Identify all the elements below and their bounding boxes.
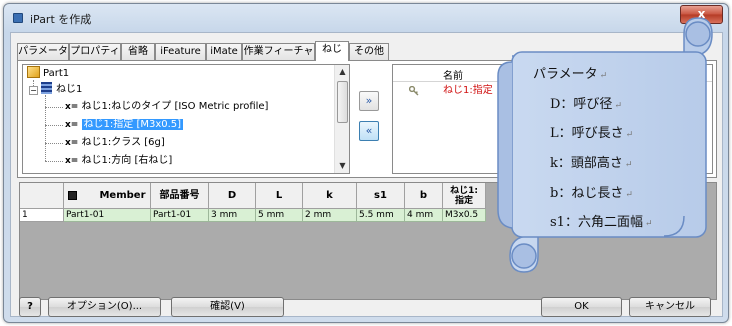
help-button[interactable]: ? (19, 297, 41, 317)
cell-l[interactable]: 5 mm (256, 209, 303, 222)
add-to-table-button[interactable]: » (359, 91, 379, 111)
parameter-icon: x= (65, 138, 79, 148)
tree-group-label: ねじ1 (56, 84, 83, 95)
cell-b[interactable]: 4 mm (405, 209, 443, 222)
verify-button[interactable]: 確認(V) (171, 297, 284, 317)
callout-line-b: b：ねじ長さ ↵ (550, 186, 633, 201)
tree-scrollbar[interactable]: ▲ ▼ (334, 65, 349, 173)
column-header-k[interactable]: k (303, 183, 357, 209)
callout-line-k: k：頭部高さ ↵ (550, 156, 633, 171)
parameter-icon: x= (65, 102, 79, 112)
tab-ifeature[interactable]: iFeature (155, 43, 206, 60)
tab-suppression[interactable]: 省略 (121, 43, 155, 60)
callout-line-l: L：呼び長さ ↵ (550, 126, 634, 141)
ok-button[interactable]: OK (541, 297, 622, 317)
save-icon (68, 191, 78, 200)
cell-member[interactable]: Part1-01 (64, 209, 151, 222)
tree-item-label: ねじ1:方向 [右ねじ] (81, 155, 173, 166)
tab-properties[interactable]: プロパティ (69, 43, 121, 60)
cell-part-number[interactable]: Part1-01 (151, 209, 209, 222)
corner-header (20, 183, 64, 209)
cell-thread-designation[interactable]: M3x0.5 (443, 209, 486, 222)
tab-thread[interactable]: ねじ (315, 41, 349, 61)
column-header-b[interactable]: b (405, 183, 443, 209)
cell-s1[interactable]: 5.5 mm (357, 209, 405, 222)
feature-tree[interactable]: Part1 − ねじ1 x= ねじ1:ねじのタイプ [ISO Metric pr… (22, 64, 350, 174)
tree-item-label: ねじ1:指定 [M3x0.5] (81, 119, 184, 130)
tree-item-thread-direction[interactable]: x= ねじ1:方向 [右ねじ] (65, 153, 172, 169)
tree-root-label: Part1 (43, 68, 70, 79)
tree-item-label: ねじ1:ねじのタイプ [ISO Metric profile] (81, 101, 269, 112)
column-header-thread-designation[interactable]: ねじ1: 指定 (443, 183, 486, 209)
tree-item-thread-type[interactable]: x= ねじ1:ねじのタイプ [ISO Metric profile] (65, 99, 268, 115)
tab-parameters[interactable]: パラメータ (17, 43, 69, 60)
callout-line-d: D：呼び径 ↵ (550, 97, 622, 112)
window-title: iPart を作成 (30, 13, 92, 26)
tree-thread-group[interactable]: ねじ1 (41, 82, 82, 98)
tab-work-features[interactable]: 作業フィーチャ (242, 43, 315, 60)
part-icon (27, 66, 40, 78)
cell-k[interactable]: 2 mm (303, 209, 357, 222)
tab-other[interactable]: その他 (349, 43, 389, 60)
column-header-l[interactable]: L (256, 183, 303, 209)
thread-icon (41, 82, 52, 94)
tree-item-label: ねじ1:クラス [6g] (81, 137, 165, 148)
key-icon (409, 86, 419, 96)
tree-item-thread-designation[interactable]: x= ねじ1:指定 [M3x0.5] (65, 117, 184, 133)
scroll-up-icon[interactable]: ▲ (335, 65, 349, 79)
column-header-part-number[interactable]: 部品番号 (151, 183, 209, 209)
list-item-name: ねじ1:指定 (443, 85, 493, 96)
scroll-thumb[interactable] (337, 81, 348, 123)
cancel-button[interactable]: キャンセル (629, 297, 711, 317)
list-header-name: 名前 (443, 71, 463, 82)
options-button[interactable]: オプション(O)... (48, 297, 161, 317)
parameter-icon: x= (65, 120, 79, 130)
column-header-s1[interactable]: s1 (357, 183, 405, 209)
row-number[interactable]: 1 (20, 209, 64, 222)
remove-from-table-button[interactable]: « (359, 121, 379, 141)
callout-line-s1: s1：六角二面幅 ↵ (550, 215, 653, 230)
close-button[interactable]: x (680, 5, 723, 24)
title-bar: iPart を作成 x (4, 4, 728, 32)
tree-item-thread-class[interactable]: x= ねじ1:クラス [6g] (65, 135, 165, 151)
cell-d[interactable]: 3 mm (209, 209, 256, 222)
scroll-down-icon[interactable]: ▼ (335, 159, 349, 173)
collapse-icon[interactable]: − (29, 86, 38, 95)
app-icon (13, 13, 23, 23)
dialog-body: パラメータ プロパティ 省略 iFeature iMate 作業フィーチャ ねじ… (10, 32, 723, 317)
callout-line-heading: パラメータ ↵ (533, 67, 608, 82)
tab-imate[interactable]: iMate (206, 43, 242, 60)
column-header-d[interactable]: D (209, 183, 256, 209)
column-header-member[interactable]: Member (64, 183, 151, 209)
parameter-icon: x= (65, 156, 79, 166)
